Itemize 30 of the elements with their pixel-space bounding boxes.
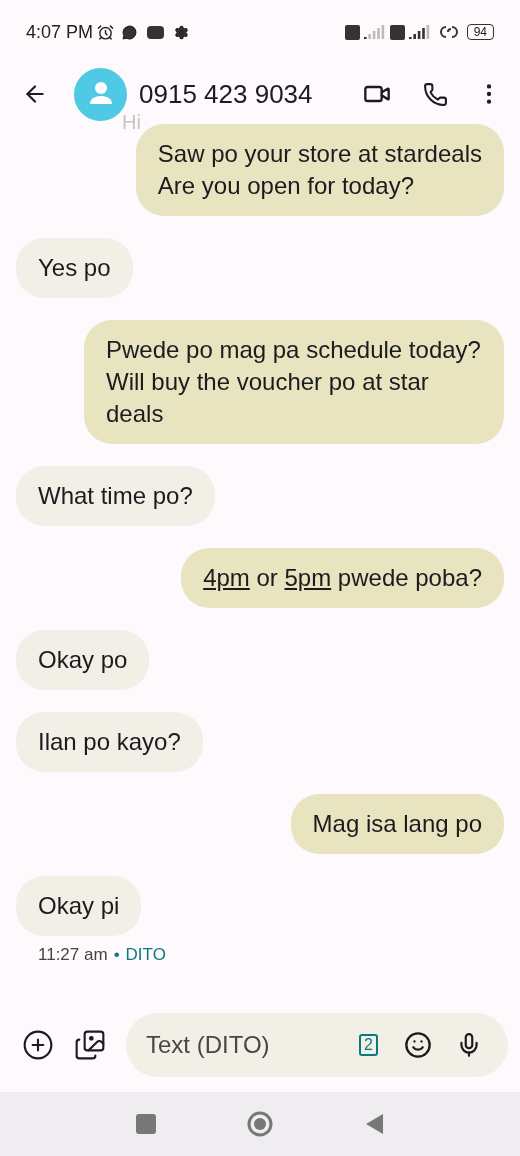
settings-icon <box>174 24 190 40</box>
add-icon[interactable] <box>22 1029 54 1061</box>
sim-indicator[interactable]: 2 <box>359 1034 378 1056</box>
sent-message-bubble: Mag isa lang po <box>290 794 504 854</box>
time-link[interactable]: 4pm <box>203 564 250 591</box>
received-message-bubble: What time po? <box>16 466 215 526</box>
received-message-bubble: Okay pi <box>16 876 142 936</box>
chat-icon <box>122 24 138 40</box>
received-message-bubble: Ilan po kayo? <box>16 712 203 772</box>
message-time: 11:27 am <box>38 944 108 966</box>
time-link[interactable]: 5pm <box>284 564 332 591</box>
alarm-icon <box>97 23 115 41</box>
signal-icon <box>363 25 386 39</box>
received-message-bubble: Yes po <box>16 238 133 298</box>
sent-message-bubble: Pwede po mag pa schedule today? Will buy the voucher po at star deals <box>84 320 504 444</box>
sent-message-bubble: 4pm or 5pm pwede poba? <box>181 548 504 608</box>
status-time: 4:07 PM <box>26 20 94 44</box>
separator-dot: • <box>113 944 120 966</box>
emoji-icon[interactable] <box>404 1031 432 1059</box>
home-button[interactable] <box>246 1110 274 1138</box>
gallery-icon[interactable] <box>74 1029 106 1061</box>
sent-message-bubble: Saw po your store at stardeals Are you open for today? <box>135 124 504 216</box>
signal-icon <box>408 25 431 39</box>
battery-level: 94 <box>466 24 494 40</box>
received-message-bubble: Okay po <box>16 630 150 690</box>
message-input[interactable]: Text (DITO) 2 <box>126 1013 508 1077</box>
contact-name: 0915 423 9034 <box>139 77 314 111</box>
back-nav-button[interactable] <box>364 1112 384 1136</box>
carrier-label: DITO <box>125 944 166 966</box>
phone-icon[interactable] <box>423 81 448 107</box>
